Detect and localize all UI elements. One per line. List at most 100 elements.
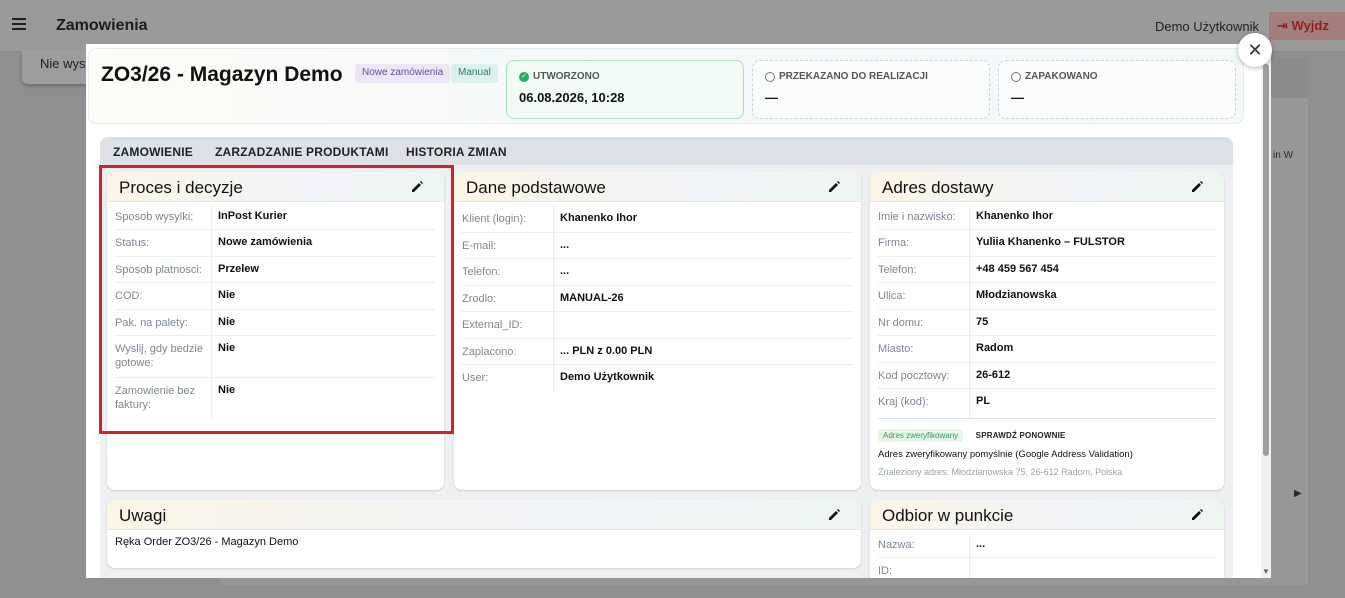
notes-text: Ręka Order ZO3/26 - Magazyn Demo [115, 536, 299, 548]
field-value: ... [553, 233, 569, 258]
manual-badge: Manual [451, 64, 498, 83]
field-row: Kod pocztowy: 26-612 [878, 363, 1216, 389]
field-value: Yuliia Khanenko – FULSTOR [969, 230, 1125, 256]
field-value: ... PLN z 0.00 PLN [553, 339, 652, 364]
modal-scrollbar[interactable]: ▲ ▼ [1261, 52, 1271, 578]
card-header: Adres dostawy [870, 172, 1224, 202]
logout-label: Wyjdz [1291, 18, 1329, 33]
pencil-icon[interactable] [827, 508, 841, 522]
card-title: Uwagi [119, 506, 167, 525]
bg-card-text: Nie wysy [40, 56, 93, 71]
field-value: Khanenko Ihor [969, 204, 1053, 229]
step-value: — [1011, 90, 1024, 105]
scroll-thumb[interactable] [1263, 64, 1269, 456]
step-value: 06.08.2026, 10:28 [519, 90, 625, 105]
pencil-icon[interactable] [1190, 180, 1204, 194]
field-value: +48 459 567 454 [969, 257, 1059, 282]
circle-icon [1011, 71, 1021, 82]
status-badge: Nowe zamówienia [355, 64, 451, 83]
pencil-icon[interactable] [827, 180, 841, 194]
field-label: Zrodlo: [462, 293, 497, 305]
app-title: Zamowienia [56, 17, 148, 34]
card-adres-dostawy: Adres dostawy Imie i nazwisko: Khanenko I… [870, 172, 1224, 490]
tab-historia-zmian[interactable]: HISTORIA ZMIAN [406, 145, 507, 159]
recheck-button[interactable]: SPRAWDŹ PONOWNIE [976, 431, 1066, 440]
scroll-down-icon[interactable]: ▼ [1262, 567, 1270, 576]
order-title: ZO3/26 - Magazyn Demo [101, 63, 343, 86]
pencil-icon[interactable] [1190, 508, 1204, 522]
field-label: Imie i nazwisko: [878, 211, 956, 223]
field-row: Firma: Yuliia Khanenko – FULSTOR [878, 230, 1216, 257]
field-row: Nr domu: 75 [878, 310, 1216, 336]
field-row: Klient (login): Khanenko Ihor [462, 206, 853, 233]
logout-icon: ⇥ [1277, 18, 1288, 33]
field-label: Miasto: [878, 343, 914, 355]
field-label: User: [462, 372, 489, 384]
tab-zamowienie[interactable]: ZAMOWIENIE [113, 145, 193, 159]
step-label: PRZEKAZANO DO REALIZACJI [779, 71, 928, 82]
card-header: Odbior w punkcie [870, 500, 1224, 530]
field-label: Telefon: [462, 266, 501, 278]
check-icon: ✓ [519, 71, 529, 82]
field-row: External_ID: [462, 312, 853, 339]
verification-row: Adres zweryfikowany SPRAWDŹ PONOWNIE [878, 429, 1066, 442]
field-label: Telefon: [878, 264, 917, 276]
field-label: External_ID: [462, 319, 523, 331]
field-value: ... [969, 532, 985, 557]
field-label: Kraj (kod): [878, 396, 929, 408]
circle-icon [765, 71, 775, 82]
field-value: 26-612 [969, 363, 1010, 388]
step-label: UTWORZONO [533, 71, 600, 82]
field-row: Imie i nazwisko: Khanenko Ihor [878, 204, 1216, 230]
field-value: Demo Użytkownik [553, 365, 654, 392]
card-header: Dane podstawowe [454, 172, 861, 202]
field-value [553, 312, 560, 338]
tab-zarzadzanie-produktami[interactable]: ZARZADZANIE PRODUKTAMI [215, 145, 389, 159]
tab-bar: ZAMOWIENIE ZARZADZANIE PRODUKTAMI HISTOR… [100, 137, 1233, 165]
field-row: Ulica: Młodzianowska [878, 283, 1216, 310]
card-title: Odbior w punkcie [882, 506, 1014, 525]
field-value [969, 558, 976, 578]
found-address: Znaleziony adres: Młodzianowska 75, 26-6… [878, 467, 1123, 477]
field-label: Nr domu: [878, 317, 924, 329]
field-row: Miasto: Radom [878, 336, 1216, 363]
field-label: Klient (login): [462, 213, 527, 225]
field-label: E-mail: [462, 240, 497, 252]
field-label: Zaplacono: [462, 346, 517, 358]
card-title: Dane podstawowe [466, 178, 606, 197]
close-button[interactable]: ✕ [1238, 33, 1272, 67]
card-odbior-w-punkcie: Odbior w punkcie Nazwa:... ID: [870, 500, 1224, 578]
field-label: Firma: [878, 237, 910, 249]
field-row: Nazwa:... [878, 532, 1216, 558]
user-name: Demo Użytkownik [1154, 19, 1259, 34]
step-label: ZAPAKOWANO [1025, 71, 1098, 82]
field-row: ID: [878, 558, 1216, 578]
step-created: ✓ UTWORZONO 06.08.2026, 10:28 [506, 60, 744, 119]
close-icon: ✕ [1247, 40, 1263, 60]
bg-arrow-icon: ▶ [1294, 488, 1302, 499]
field-row: User: Demo Użytkownik [462, 365, 853, 392]
order-header: ZO3/26 - Magazyn Demo Nowe zamówienia Ma… [88, 48, 1244, 124]
step-packed: ZAPAKOWANO — [998, 60, 1236, 119]
field-value: Radom [969, 336, 1013, 362]
field-row: Zaplacono: ... PLN z 0.00 PLN [462, 339, 853, 365]
field-row: Telefon: +48 459 567 454 [878, 257, 1216, 283]
field-label: Ulica: [878, 290, 906, 302]
logout-button[interactable]: ⇥ Wyjdz [1269, 12, 1345, 40]
field-label: ID: [878, 565, 893, 577]
step-realization: PRZEKAZANO DO REALIZACJI — [752, 60, 990, 119]
field-label: Nazwa: [878, 539, 915, 551]
hamburger-menu-icon[interactable] [12, 18, 26, 30]
field-value: 75 [969, 310, 988, 335]
field-row: Telefon:... [462, 259, 853, 286]
verified-badge: Adres zweryfikowany [878, 429, 964, 442]
field-row: Kraj (kod): PL [878, 389, 1216, 419]
field-row: E-mail:... [462, 233, 853, 259]
field-value: Khanenko Ihor [553, 206, 637, 232]
highlight-box [99, 165, 454, 434]
field-value: MANUAL-26 [553, 286, 624, 311]
field-row: Zrodlo: MANUAL-26 [462, 286, 853, 312]
field-value: PL [969, 389, 990, 418]
card-header: Uwagi [107, 500, 861, 530]
field-value: Młodzianowska [969, 283, 1057, 309]
